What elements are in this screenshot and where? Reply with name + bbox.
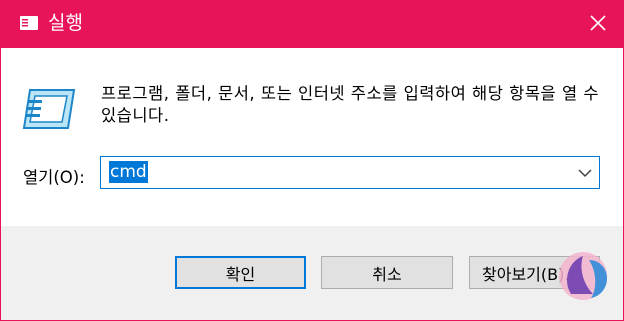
chevron-down-icon[interactable] xyxy=(577,165,593,179)
watermark-logo xyxy=(549,244,613,308)
dialog-footer: 확인 취소 찾아보기(B)... xyxy=(1,226,623,320)
run-dialog-window: 실행 프로그램, 폴더, 문서, 또는 인터넷 주소를 입력하여 해당 항목을 … xyxy=(0,0,624,321)
close-icon xyxy=(590,14,606,35)
open-combobox[interactable]: cmd xyxy=(100,156,600,189)
window-title: 실행 xyxy=(48,12,83,34)
run-app-icon xyxy=(19,14,39,32)
open-input-value[interactable]: cmd xyxy=(109,161,148,183)
dialog-content: 프로그램, 폴더, 문서, 또는 인터넷 주소를 입력하여 해당 항목을 열 수… xyxy=(1,48,623,226)
run-dialog-icon xyxy=(22,88,76,132)
title-bar[interactable]: 실행 xyxy=(1,1,623,48)
close-button[interactable] xyxy=(573,1,623,48)
dialog-description: 프로그램, 폴더, 문서, 또는 인터넷 주소를 입력하여 해당 항목을 열 수… xyxy=(101,84,600,125)
open-field-label: 열기(O): xyxy=(23,168,85,187)
cancel-button[interactable]: 취소 xyxy=(321,256,453,289)
ok-button[interactable]: 확인 xyxy=(175,256,306,289)
